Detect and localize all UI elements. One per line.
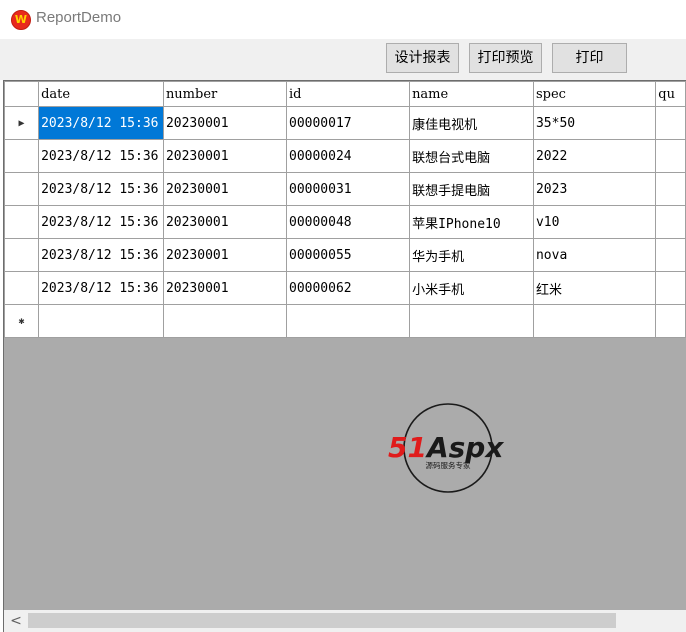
design-report-button[interactable]: 设计报表 bbox=[386, 43, 459, 73]
table-cell[interactable]: 00000062 bbox=[285, 271, 411, 305]
table-cell[interactable] bbox=[655, 304, 686, 338]
table-cell[interactable] bbox=[655, 238, 686, 272]
table-cell[interactable] bbox=[532, 304, 657, 338]
table-cell[interactable]: 20230001 bbox=[162, 106, 288, 140]
table-cell[interactable]: 联想手提电脑 bbox=[409, 172, 534, 206]
table-cell[interactable]: 2022 bbox=[532, 139, 657, 173]
logo-brand: 51Aspx bbox=[388, 431, 504, 464]
table-cell[interactable]: 20230001 bbox=[162, 271, 288, 305]
app-logo-icon bbox=[11, 10, 31, 30]
table-cell[interactable] bbox=[655, 205, 686, 239]
table-cell[interactable]: 华为手机 bbox=[409, 238, 534, 272]
table-row[interactable]: 2023/8/12 15:36 20230001 00000031 联想手提电脑… bbox=[4, 172, 686, 206]
grid-table: date number id name spec qu ▶ 2023/8/12 … bbox=[4, 81, 686, 338]
column-header[interactable]: spec bbox=[532, 81, 657, 107]
table-cell[interactable]: 20230001 bbox=[162, 172, 288, 206]
table-cell[interactable]: 红米 bbox=[532, 271, 657, 305]
table-row[interactable]: 2023/8/12 15:36 20230001 00000048 苹果IPho… bbox=[4, 205, 686, 239]
table-cell[interactable]: 2023/8/12 15:36 bbox=[38, 271, 164, 305]
row-header[interactable]: ▶ bbox=[4, 106, 40, 140]
scroll-left-arrow[interactable]: < bbox=[9, 610, 23, 632]
new-row-marker[interactable]: ✱ bbox=[4, 304, 40, 338]
table-cell[interactable]: 苹果IPhone10 bbox=[409, 205, 534, 239]
table-cell[interactable] bbox=[655, 271, 686, 305]
column-header[interactable]: date bbox=[38, 81, 164, 107]
header-corner bbox=[4, 81, 40, 107]
toolbar: 设计报表 打印预览 打印 bbox=[0, 39, 686, 80]
table-cell[interactable]: 2023/8/12 15:36 bbox=[38, 238, 164, 272]
table-cell[interactable]: 00000031 bbox=[285, 172, 411, 206]
table-row[interactable]: ▶ 2023/8/12 15:36 20230001 00000017 康佳电视… bbox=[4, 106, 686, 140]
table-cell[interactable] bbox=[162, 304, 288, 338]
row-header[interactable] bbox=[4, 139, 40, 173]
table-cell[interactable]: 康佳电视机 bbox=[409, 106, 534, 140]
table-cell[interactable] bbox=[655, 106, 686, 140]
table-cell[interactable]: 2023 bbox=[532, 172, 657, 206]
row-header[interactable] bbox=[4, 238, 40, 272]
table-row[interactable]: 2023/8/12 15:36 20230001 00000062 小米手机 红… bbox=[4, 271, 686, 305]
horizontal-scrollbar[interactable]: < bbox=[4, 610, 686, 632]
table-cell[interactable]: v10 bbox=[532, 205, 657, 239]
table-cell[interactable]: 35*50 bbox=[532, 106, 657, 140]
table-cell[interactable] bbox=[655, 172, 686, 206]
row-header[interactable] bbox=[4, 205, 40, 239]
table-cell[interactable]: 小米手机 bbox=[409, 271, 534, 305]
column-header[interactable]: number bbox=[162, 81, 288, 107]
table-cell[interactable]: 00000024 bbox=[285, 139, 411, 173]
data-grid[interactable]: date number id name spec qu ▶ 2023/8/12 … bbox=[3, 80, 686, 632]
table-cell[interactable]: 2023/8/12 15:36 bbox=[38, 139, 164, 173]
table-cell[interactable]: 20230001 bbox=[162, 205, 288, 239]
row-header[interactable] bbox=[4, 271, 40, 305]
table-cell[interactable]: 2023/8/12 15:36 bbox=[38, 106, 164, 140]
table-cell[interactable]: 20230001 bbox=[162, 139, 288, 173]
print-preview-button[interactable]: 打印预览 bbox=[469, 43, 542, 73]
table-row[interactable]: 2023/8/12 15:36 20230001 00000024 联想台式电脑… bbox=[4, 139, 686, 173]
column-header[interactable]: name bbox=[409, 81, 534, 107]
column-header[interactable]: qu bbox=[655, 81, 686, 107]
table-cell[interactable]: 2023/8/12 15:36 bbox=[38, 205, 164, 239]
window-title: ReportDemo bbox=[36, 9, 122, 26]
table-cell[interactable]: 联想台式电脑 bbox=[409, 139, 534, 173]
title-bar: ReportDemo bbox=[0, 0, 686, 39]
table-cell[interactable] bbox=[655, 139, 686, 173]
table-row[interactable]: 2023/8/12 15:36 20230001 00000055 华为手机 n… bbox=[4, 238, 686, 272]
table-cell[interactable]: 20230001 bbox=[162, 238, 288, 272]
table-cell[interactable]: 00000017 bbox=[285, 106, 411, 140]
table-cell[interactable]: 00000055 bbox=[285, 238, 411, 272]
table-cell[interactable]: nova bbox=[532, 238, 657, 272]
new-row[interactable]: ✱ bbox=[4, 304, 686, 338]
table-cell[interactable] bbox=[38, 304, 164, 338]
grid-header-row: date number id name spec qu bbox=[4, 81, 686, 107]
column-header[interactable]: id bbox=[285, 81, 411, 107]
logo-tagline: 源码服务专家 bbox=[426, 460, 471, 470]
watermark-logo: 51Aspx 源码服务专家 bbox=[388, 403, 504, 493]
table-cell[interactable]: 2023/8/12 15:36 bbox=[38, 172, 164, 206]
table-cell[interactable] bbox=[409, 304, 534, 338]
table-cell[interactable]: 00000048 bbox=[285, 205, 411, 239]
row-header[interactable] bbox=[4, 172, 40, 206]
scroll-thumb[interactable] bbox=[28, 613, 616, 628]
table-cell[interactable] bbox=[285, 304, 411, 338]
print-button[interactable]: 打印 bbox=[552, 43, 627, 73]
